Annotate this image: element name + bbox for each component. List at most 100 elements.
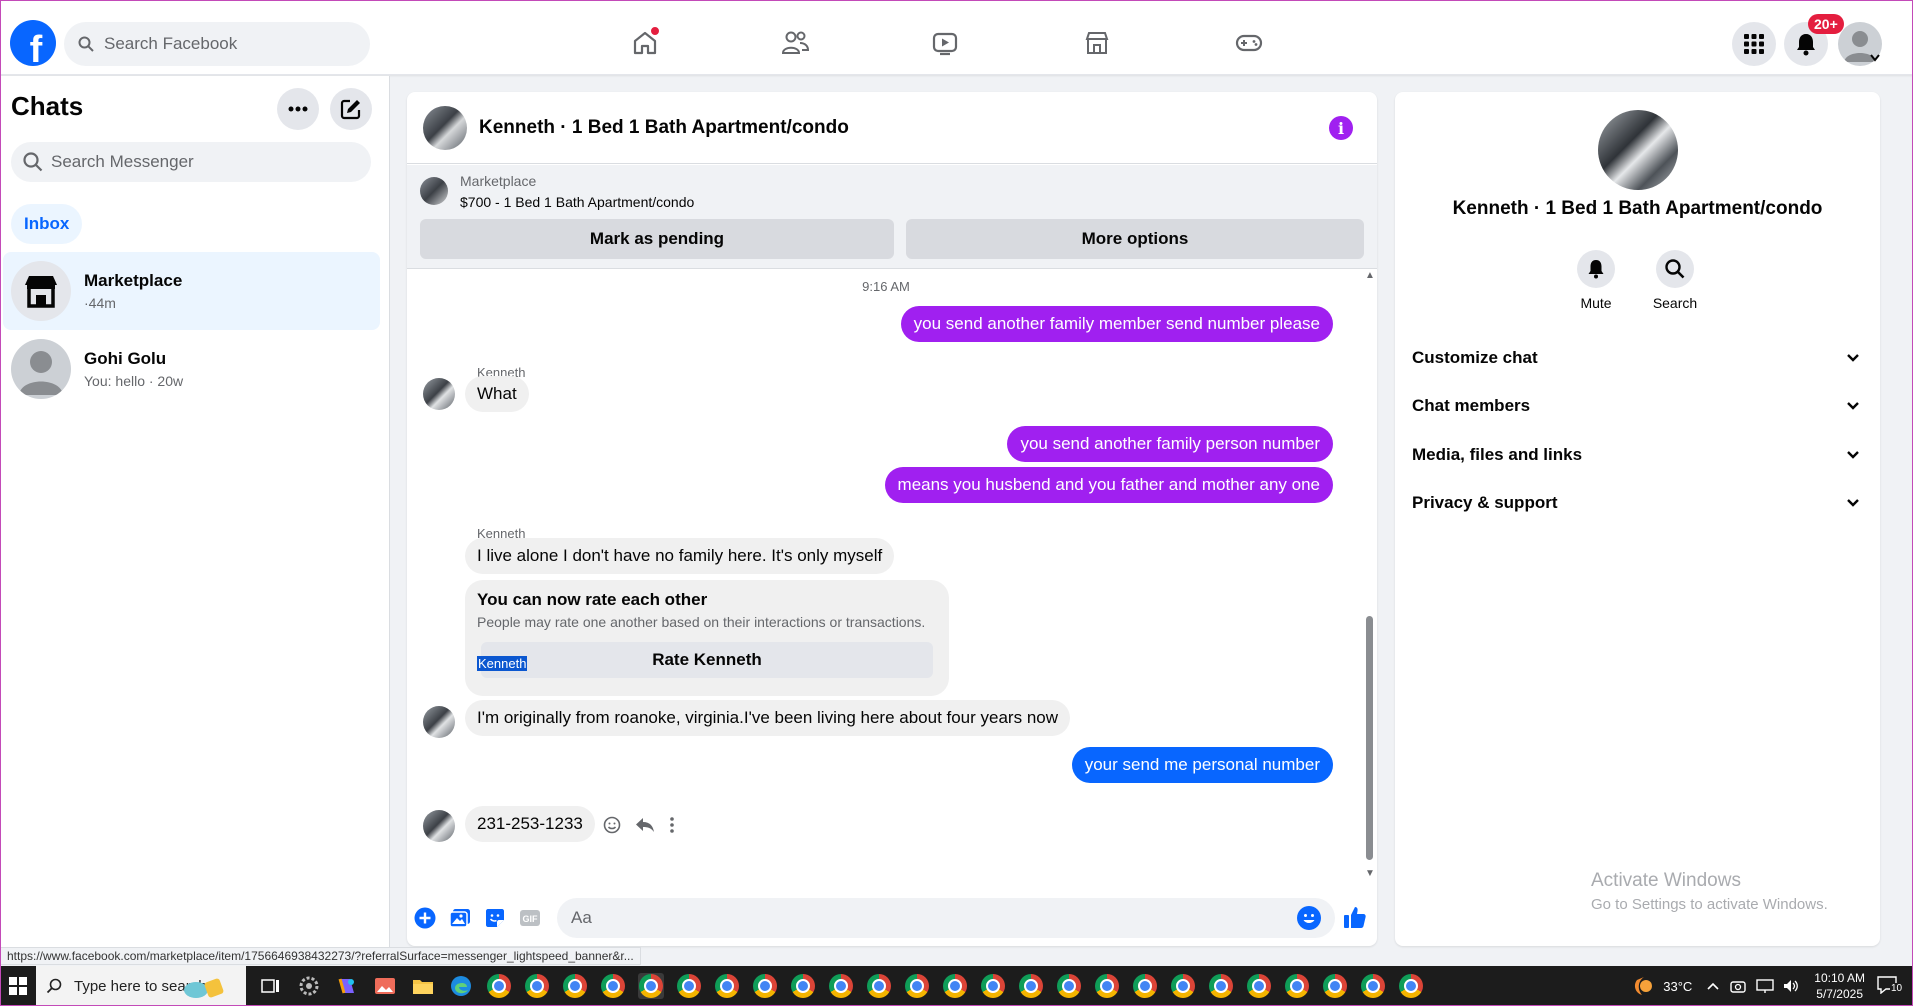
messenger-search-input[interactable]: Search Messenger [11, 142, 371, 182]
chrome-window-11[interactable] [866, 973, 892, 999]
chat-item-marketplace[interactable]: Marketplace ·44m [3, 252, 380, 330]
chrome-window-2[interactable] [524, 973, 550, 999]
outgoing-message[interactable]: you send another family member send numb… [900, 306, 1333, 342]
app-photos[interactable] [372, 973, 398, 999]
outgoing-message[interactable]: your send me personal number [1071, 747, 1333, 783]
new-message-button[interactable] [330, 88, 372, 130]
chrome-window-active[interactable] [638, 973, 664, 999]
chat-members-row[interactable]: Chat members [1412, 386, 1860, 426]
message-scrollbar[interactable]: ▲ ▼ [1363, 270, 1377, 882]
inbox-tab[interactable]: Inbox [11, 204, 83, 244]
smile-icon [1303, 914, 1315, 923]
incoming-message[interactable]: 231-253-1233 [465, 806, 595, 842]
more-vertical-icon[interactable] [669, 816, 675, 834]
network-icon[interactable] [1756, 978, 1774, 994]
chrome-window-7[interactable] [714, 973, 740, 999]
react-emoji-icon[interactable] [603, 816, 621, 834]
attach-photo-button[interactable] [448, 906, 472, 930]
chrome-window-24[interactable] [1360, 973, 1386, 999]
sticker-button[interactable] [483, 906, 507, 930]
nav-marketplace[interactable] [1080, 26, 1114, 60]
notifications-badge: 20+ [1808, 14, 1844, 34]
sender-avatar[interactable] [423, 706, 455, 738]
chrome-window-20[interactable] [1208, 973, 1234, 999]
chrome-window-18[interactable] [1132, 973, 1158, 999]
chrome-window-14[interactable] [980, 973, 1006, 999]
scroll-down-icon[interactable]: ▼ [1365, 868, 1375, 879]
app-edge[interactable] [448, 973, 474, 999]
volume-icon[interactable] [1782, 978, 1800, 994]
taskbar-search-input[interactable]: Type here to search [36, 966, 246, 1006]
conversation-title[interactable]: Kenneth · 1 Bed 1 Bath Apartment/condo [479, 117, 849, 139]
media-files-links-row[interactable]: Media, files and links [1412, 435, 1860, 475]
more-actions-button[interactable] [413, 906, 437, 930]
menu-button[interactable] [1732, 22, 1776, 66]
temperature[interactable]: 33°C [1663, 979, 1692, 994]
listing-title[interactable]: $700 - 1 Bed 1 Bath Apartment/condo [460, 194, 694, 210]
task-view-button[interactable] [258, 973, 284, 999]
reply-icon[interactable] [635, 816, 655, 834]
emoji-icon[interactable] [1297, 906, 1321, 930]
listing-thumbnail[interactable] [420, 177, 448, 205]
chrome-window-15[interactable] [1018, 973, 1044, 999]
weather-icon[interactable] [1631, 975, 1657, 997]
chrome-window-1[interactable] [486, 973, 512, 999]
chrome-window-10[interactable] [828, 973, 854, 999]
incoming-message[interactable]: What [465, 376, 529, 412]
facebook-logo[interactable]: f [10, 20, 56, 66]
chrome-window-9[interactable] [790, 973, 816, 999]
scrollbar-thumb[interactable] [1366, 616, 1373, 860]
customize-chat-row[interactable]: Customize chat [1412, 338, 1860, 378]
outgoing-message[interactable]: means you husbend and you father and mot… [884, 467, 1333, 503]
incoming-message[interactable]: I live alone I don't have no family here… [465, 538, 895, 574]
nav-home[interactable] [628, 26, 662, 60]
profile-photo[interactable] [1598, 110, 1678, 190]
chrome-window-22[interactable] [1284, 973, 1310, 999]
sender-avatar[interactable] [423, 810, 455, 842]
notifications-button[interactable]: 20+ [1784, 14, 1844, 66]
info-icon[interactable]: i [1329, 116, 1353, 140]
chrome-window-23[interactable] [1322, 973, 1348, 999]
chrome-window-25[interactable] [1398, 973, 1424, 999]
message-input[interactable]: Aa [557, 898, 1335, 938]
chrome-window-8[interactable] [752, 973, 778, 999]
conversation-avatar[interactable] [423, 105, 467, 150]
start-button[interactable] [0, 966, 36, 1006]
chrome-icon [1285, 974, 1309, 998]
rate-kenneth-button[interactable]: Rate Kenneth [481, 642, 933, 678]
mark-as-pending-button[interactable]: Mark as pending [420, 219, 894, 259]
nav-gaming[interactable] [1232, 26, 1266, 60]
gif-button[interactable]: GIF [518, 906, 542, 930]
chrome-window-21[interactable] [1246, 973, 1272, 999]
notification-center-button[interactable]: 10 [1875, 974, 1905, 998]
chrome-window-3[interactable] [562, 973, 588, 999]
chrome-window-6[interactable] [676, 973, 702, 999]
system-clock[interactable]: 10:10 AM 5/7/2025 [1814, 970, 1865, 1002]
search-in-conversation-action[interactable]: Search [1645, 250, 1705, 311]
chrome-window-12[interactable] [904, 973, 930, 999]
scroll-up-icon[interactable]: ▲ [1365, 270, 1375, 281]
app-settings-wheel[interactable] [296, 973, 322, 999]
like-send-button[interactable] [1341, 903, 1369, 931]
chrome-window-4[interactable] [600, 973, 626, 999]
nav-friends[interactable] [778, 26, 812, 60]
nav-watch[interactable] [928, 26, 962, 60]
more-options-button[interactable]: More options [906, 219, 1364, 259]
sender-avatar[interactable] [423, 378, 455, 410]
mute-action[interactable]: Mute [1566, 250, 1626, 311]
chrome-window-19[interactable] [1170, 973, 1196, 999]
app-copilot[interactable] [334, 973, 360, 999]
outgoing-message[interactable]: you send another family person number [1007, 426, 1333, 462]
chat-item-gohi-golu[interactable]: Gohi Golu You: hello · 20w [3, 330, 380, 408]
camera-icon[interactable] [1730, 978, 1748, 994]
chrome-window-16[interactable] [1056, 973, 1082, 999]
folder-icon [413, 980, 433, 994]
privacy-support-row[interactable]: Privacy & support [1412, 483, 1860, 523]
chevron-up-icon[interactable] [1706, 981, 1720, 991]
incoming-message[interactable]: I'm originally from roanoke, virginia.I'… [465, 700, 1071, 736]
chrome-window-17[interactable] [1094, 973, 1120, 999]
app-file-explorer[interactable] [410, 973, 436, 999]
facebook-search-input[interactable]: Search Facebook [64, 22, 370, 66]
chat-options-button[interactable] [277, 88, 319, 130]
chrome-window-13[interactable] [942, 973, 968, 999]
